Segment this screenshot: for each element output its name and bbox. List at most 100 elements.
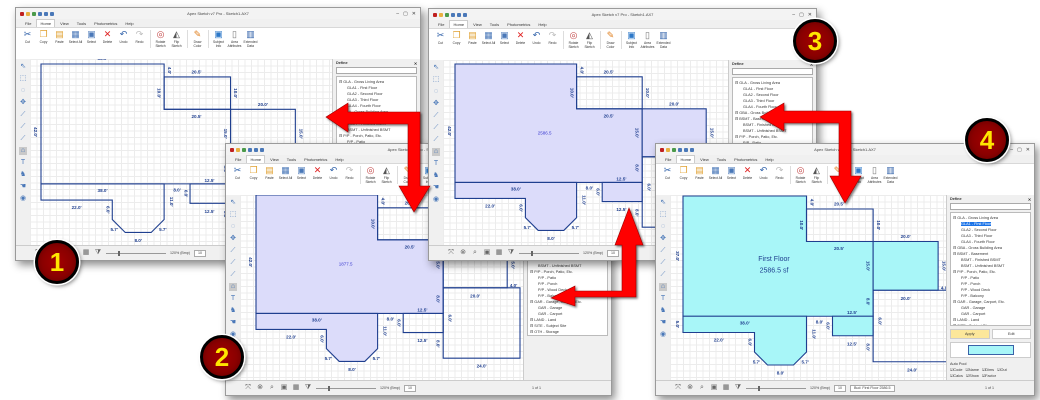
symbol-icon[interactable]: ♞ [659, 307, 667, 315]
area-icon[interactable]: ⌂ [659, 283, 667, 291]
layers-icon[interactable]: ▣ [483, 249, 491, 257]
redo-button[interactable]: ↷ Redo [132, 30, 147, 45]
menu-view[interactable]: View [470, 21, 485, 28]
rotate-sketch-button[interactable]: ◎ Rotate Sketch [360, 166, 378, 185]
menu-view[interactable]: View [57, 20, 72, 27]
grid-icon[interactable]: ▦ [495, 249, 503, 257]
apply-button[interactable]: Apply [950, 329, 990, 339]
pointer-icon[interactable]: ⇖ [229, 199, 237, 207]
tree-item[interactable]: ⊟ SITE - Subject Site [953, 323, 1028, 325]
undo-button[interactable]: ↶ Undo [529, 31, 544, 46]
lasso-icon[interactable]: ◌ [229, 223, 237, 231]
draw-line-icon[interactable]: ⟋ [229, 247, 237, 255]
undo-button[interactable]: ↶ Undo [116, 30, 131, 45]
delete-button[interactable]: ✕ Delete [100, 30, 115, 45]
area-attributes-button[interactable]: ▯Area Attributes [227, 30, 242, 48]
text-icon[interactable]: T [229, 295, 237, 303]
zoom-slider[interactable] [519, 250, 579, 256]
rect-select-icon[interactable]: ⬚ [432, 76, 440, 84]
pointer-icon[interactable]: ⇖ [659, 199, 667, 207]
copy-button[interactable]: ❐ Copy [36, 30, 51, 45]
text-icon[interactable]: T [659, 295, 667, 303]
rect-select-icon[interactable]: ⬚ [19, 75, 27, 83]
tree-item[interactable]: ⊟ NCA - Non-Calculated Area [530, 335, 605, 336]
draw-angle-icon[interactable]: ⟋ [229, 259, 237, 267]
menu-home[interactable]: Home [246, 155, 266, 163]
draw-line-icon[interactable]: ⟋ [19, 111, 27, 119]
rect-select-icon[interactable]: ⬚ [659, 211, 667, 219]
globe-icon[interactable]: ◉ [19, 195, 27, 203]
draw-color-button[interactable]: ✎ Draw Color [827, 166, 845, 185]
pointer-icon[interactable]: ⇖ [19, 63, 27, 71]
menu-tools[interactable]: Tools [714, 156, 729, 163]
zoom-center-icon[interactable]: ⊗ [459, 249, 467, 257]
delete-button[interactable]: ✕ Delete [310, 166, 325, 181]
move-icon[interactable]: ✥ [659, 235, 667, 243]
menu-view[interactable]: View [267, 156, 282, 163]
zoom-slider[interactable] [746, 385, 806, 391]
draw-color-button[interactable]: ✎ Draw Color [397, 166, 415, 185]
select-button[interactable]: ▣ Select [724, 166, 739, 181]
filter-icon[interactable]: ⧩ [734, 384, 742, 392]
filter-icon[interactable]: ⧩ [94, 249, 102, 257]
menu-help[interactable]: Help [535, 21, 549, 28]
checkbox-out[interactable]: ☑Out [997, 367, 1007, 373]
select-button[interactable]: ▣ Select [84, 30, 99, 45]
define-search-input[interactable] [732, 68, 813, 75]
layers-icon[interactable]: ▣ [710, 384, 718, 392]
filter-icon[interactable]: ⧩ [304, 384, 312, 392]
lasso-icon[interactable]: ◌ [659, 223, 667, 231]
grid-icon[interactable]: ▦ [292, 384, 300, 392]
copy-button[interactable]: ❐ Copy [449, 31, 464, 46]
menu-file[interactable]: File [435, 21, 447, 28]
hand-icon[interactable]: ☚ [19, 183, 27, 191]
layers-icon[interactable]: ▣ [280, 384, 288, 392]
cut-button[interactable]: ✂ Cut [660, 166, 675, 181]
area-attributes-button[interactable]: ▯Area Attributes [640, 31, 655, 49]
zoom-value-input[interactable]: 10 [193, 249, 206, 257]
cut-button[interactable]: ✂ Cut [20, 30, 35, 45]
zoom-slider-handle[interactable] [531, 250, 533, 256]
draw-angle-icon[interactable]: ⟋ [19, 123, 27, 131]
pointer-icon[interactable]: ⇖ [432, 64, 440, 72]
zoom-fit-icon[interactable]: ⤧ [447, 249, 455, 257]
zoom-region-icon[interactable]: ⌕ [698, 384, 706, 392]
zoom-slider-handle[interactable] [758, 385, 760, 391]
flip-sketch-button[interactable]: ◭ Flip Sketch [379, 166, 394, 184]
area-attributes-button[interactable]: ▯Area Attributes [867, 166, 882, 184]
symbol-icon[interactable]: ♞ [432, 172, 440, 180]
select-all-button[interactable]: ▦ Select All [708, 166, 723, 181]
flip-sketch-button[interactable]: ◭ Flip Sketch [169, 30, 184, 48]
zoom-value-input[interactable]: 10 [833, 384, 846, 392]
select-all-button[interactable]: ▦ Select All [278, 166, 293, 181]
menu-view[interactable]: View [697, 156, 712, 163]
zoom-center-icon[interactable]: ⊗ [256, 384, 264, 392]
redo-button[interactable]: ↷ Redo [772, 166, 787, 181]
zoom-slider[interactable] [106, 250, 166, 256]
delete-button[interactable]: ✕ Delete [513, 31, 528, 46]
hand-icon[interactable]: ☚ [659, 319, 667, 327]
menu-file[interactable]: File [22, 20, 34, 27]
menu-help[interactable]: Help [762, 156, 776, 163]
redo-button[interactable]: ↷ Redo [342, 166, 357, 181]
undo-button[interactable]: ↶ Undo [756, 166, 771, 181]
area-icon[interactable]: ⌂ [229, 283, 237, 291]
filter-icon[interactable]: ⧩ [507, 249, 515, 257]
globe-icon[interactable]: ◉ [432, 196, 440, 204]
move-icon[interactable]: ✥ [229, 235, 237, 243]
symbol-icon[interactable]: ♞ [229, 307, 237, 315]
grid-icon[interactable]: ▦ [82, 249, 90, 257]
subject-info-button[interactable]: ▣Subject Info [208, 30, 226, 49]
draw-arc-icon[interactable]: ⟋ [432, 136, 440, 144]
draw-angle-icon[interactable]: ⟋ [659, 259, 667, 267]
menu-help[interactable]: Help [122, 20, 136, 27]
lasso-icon[interactable]: ◌ [19, 87, 27, 95]
draw-arc-icon[interactable]: ⟋ [19, 135, 27, 143]
copy-button[interactable]: ❐ Copy [246, 166, 261, 181]
menu-file[interactable]: File [662, 156, 674, 163]
menu-photometrics[interactable]: Photometrics [91, 20, 120, 27]
flip-sketch-button[interactable]: ◭ Flip Sketch [582, 31, 597, 49]
grid-icon[interactable]: ▦ [722, 384, 730, 392]
define-close-button[interactable]: ✕ [1028, 197, 1031, 202]
define-search-input[interactable] [950, 203, 1031, 210]
